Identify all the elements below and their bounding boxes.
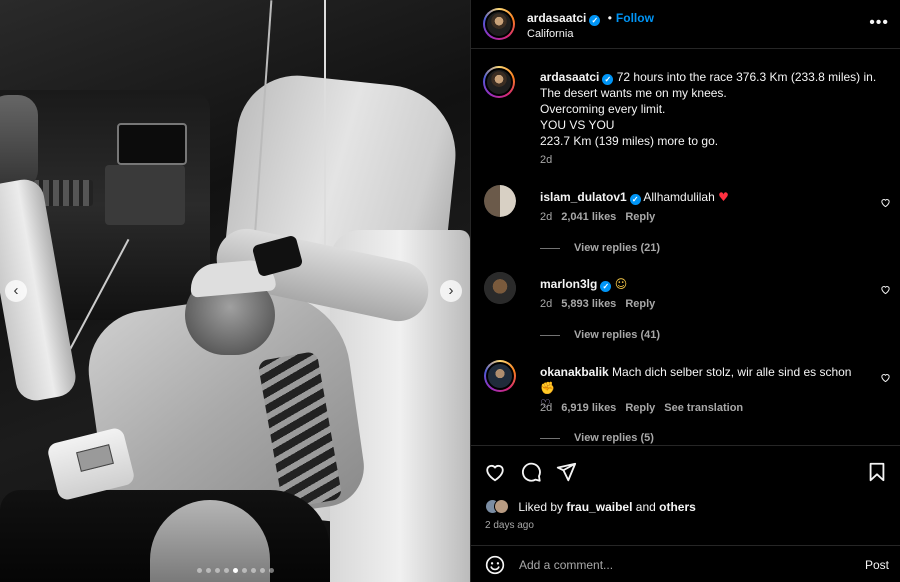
liked-by-connector: and (635, 500, 656, 514)
caption-line: 72 hours into the race 376.3 Km (233.8 m… (616, 70, 877, 84)
verified-badge-icon: ✓ (600, 281, 612, 292)
dashboard-screen (117, 123, 187, 165)
view-replies-button[interactable]: View replies (5) (540, 432, 654, 444)
comment-username[interactable]: marlon3lg (540, 277, 597, 291)
verified-badge-icon: ✓ (589, 15, 601, 26)
reply-button[interactable]: Reply (625, 298, 655, 310)
carousel-dot (214, 568, 220, 573)
carousel-next-button[interactable]: › (440, 280, 462, 302)
save-bookmark-icon[interactable] (866, 461, 888, 483)
comment-input[interactable] (519, 554, 839, 576)
caption-line: The desert wants me on my knees. (540, 86, 727, 100)
comment-likes[interactable]: 5,893 likes (561, 298, 616, 310)
carousel-dot (205, 568, 211, 573)
post-side-panel: ardasaatci ✓ • Follow California ••• ardas… (470, 0, 900, 582)
caption-text: ardasaatci ✓ 72 hours into the race 376.3… (540, 69, 885, 168)
dashboard-panel (105, 165, 185, 225)
smiling-emoji: ☺ (614, 277, 628, 291)
verified-badge-icon: ✓ (602, 74, 614, 85)
caption-timestamp[interactable]: 2d (540, 152, 885, 168)
carousel-dot (223, 568, 229, 573)
comment-time[interactable]: 2d (540, 298, 552, 310)
comment-time[interactable]: 2d (540, 211, 552, 223)
post-timestamp[interactable]: 2 days ago (485, 520, 534, 531)
comment-time[interactable]: 2d (540, 402, 552, 414)
follow-button[interactable]: Follow (616, 11, 654, 25)
caption-line: Overcoming every limit. (540, 102, 666, 116)
comment-bubble-icon[interactable] (520, 461, 542, 483)
liker-username[interactable]: frau_waibel (566, 500, 632, 514)
caption-username[interactable]: ardasaatci (540, 70, 599, 84)
fist-emoji: ✊ (540, 381, 555, 395)
carousel-dot (250, 568, 256, 573)
like-comment-icon[interactable] (880, 372, 891, 383)
carousel-prev-button[interactable]: ‹ (5, 280, 27, 302)
carousel-dots (0, 568, 470, 573)
add-comment-bar: Post (471, 545, 900, 582)
heart-emoji: ♥ (718, 190, 729, 204)
emoji-picker-icon[interactable] (485, 555, 505, 575)
carousel-dot (268, 568, 274, 573)
comment-likes[interactable]: 6,919 likes (561, 402, 616, 414)
instagram-post-modal: ‹ › ardasaatci ✓ • Follow California ••• a… (0, 0, 900, 582)
others-link[interactable]: others (659, 500, 696, 514)
cable (324, 0, 326, 260)
comment-body: Mach dich selber stolz, wir alle sind es… (612, 365, 852, 379)
commenter-avatar[interactable] (484, 272, 516, 304)
reply-button[interactable]: Reply (625, 211, 655, 223)
share-paper-plane-icon[interactable] (555, 461, 577, 483)
comment-meta: 2d 6,919 likes Reply See translation (540, 402, 752, 414)
see-translation-button[interactable]: See translation (664, 402, 743, 414)
comment-body: Allhamdulilah (643, 190, 715, 204)
carousel-dot (232, 568, 238, 573)
comment-meta: 2d 2,041 likes Reply (540, 211, 664, 223)
caption-author-avatar[interactable] (483, 66, 515, 98)
comment-likes[interactable]: 2,041 likes (561, 211, 616, 223)
separator-dot: • (607, 11, 612, 25)
comment-meta: 2d 5,893 likes Reply (540, 298, 664, 310)
reply-button[interactable]: Reply (625, 402, 655, 414)
post-location[interactable]: California (527, 28, 573, 40)
liked-by-summary: Liked by frau_waibel and others (485, 499, 696, 514)
carousel-dot (241, 568, 247, 573)
carousel-dot (196, 568, 202, 573)
carousel-dot (259, 568, 265, 573)
like-comment-icon[interactable] (880, 197, 891, 208)
comment-username[interactable]: okanakbalik (540, 365, 609, 379)
more-options-icon[interactable]: ••• (869, 14, 889, 32)
post-comment-button[interactable]: Post (865, 558, 889, 572)
liker-avatar (494, 499, 509, 514)
like-comment-icon[interactable] (880, 284, 891, 295)
view-replies-button[interactable]: View replies (21) (540, 242, 660, 254)
caption-line: YOU VS YOU (540, 118, 615, 132)
like-heart-icon[interactable] (484, 461, 506, 483)
view-replies-button[interactable]: View replies (41) (540, 329, 660, 341)
comment-text: islam_dulatov1 ✓ Allhamdulilah ♥ (540, 189, 860, 205)
author-avatar[interactable] (483, 8, 515, 40)
post-photo[interactable]: ‹ › (0, 0, 470, 582)
commenter-avatar[interactable] (484, 360, 516, 392)
liked-by-label: Liked by (518, 500, 564, 514)
commenter-avatar[interactable] (484, 185, 516, 217)
helper-head (0, 95, 38, 190)
caption-line: 223.7 Km (139 miles) more to go. (540, 134, 719, 148)
verified-badge-icon: ✓ (629, 194, 641, 205)
post-header: ardasaatci ✓ • Follow California ••• (471, 0, 900, 49)
comment-text: marlon3lg ✓ ☺ (540, 276, 860, 292)
comment-username[interactable]: islam_dulatov1 (540, 190, 627, 204)
author-username[interactable]: ardasaatci (527, 11, 586, 25)
